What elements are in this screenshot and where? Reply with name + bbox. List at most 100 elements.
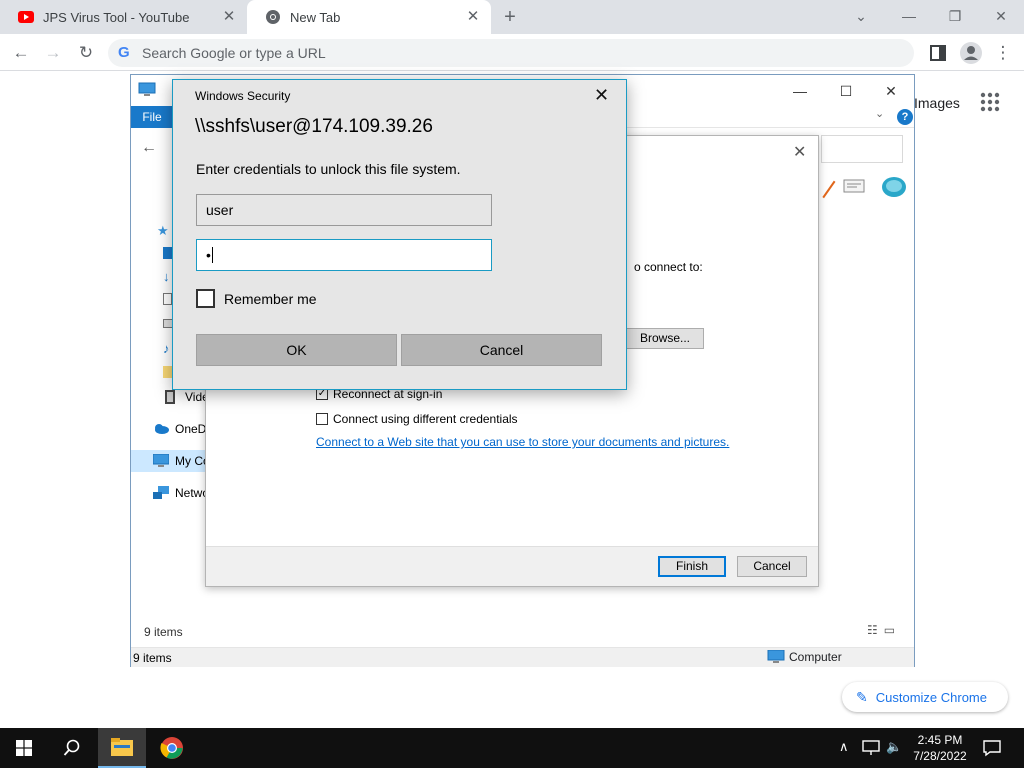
items-count: 9 items (144, 625, 183, 639)
status-location: Computer (767, 650, 842, 664)
file-explorer-icon (111, 738, 133, 756)
username-field[interactable]: user (196, 194, 492, 226)
ok-button[interactable]: OK (196, 334, 397, 366)
customize-chrome-label: Customize Chrome (875, 689, 987, 705)
reload-icon[interactable]: ↻ (73, 40, 99, 66)
taskbar-chrome[interactable] (148, 728, 196, 768)
dialog-description: Enter credentials to unlock this file sy… (196, 161, 461, 177)
customize-chrome-button[interactable]: ✎ Customize Chrome (842, 682, 1008, 712)
profile-avatar-icon[interactable] (960, 42, 982, 64)
forward-icon[interactable]: → (40, 40, 66, 66)
nav-item-label: Netwo (175, 486, 210, 500)
finish-button[interactable]: Finish (658, 556, 726, 577)
youtube-icon (18, 11, 34, 23)
new-tab-button[interactable]: + (498, 5, 522, 29)
ribbon-file-tab[interactable]: File (131, 106, 173, 128)
cancel-button[interactable]: Cancel (401, 334, 602, 366)
status-bar: 9 items Computer (131, 647, 914, 667)
google-apps-icon[interactable] (980, 92, 1000, 112)
computer-icon (138, 82, 156, 96)
clock[interactable]: 2:45 PM 7/28/2022 (900, 732, 980, 764)
wizard-close-icon[interactable]: ✕ (793, 142, 806, 162)
start-button[interactable] (0, 728, 48, 768)
chrome-icon (160, 737, 183, 759)
nav-item-label: OneD (175, 422, 207, 436)
tab-title: JPS Virus Tool - YouTube (43, 9, 190, 25)
minimize-icon[interactable]: — (886, 4, 932, 28)
wizard-footer: Finish Cancel (206, 546, 818, 586)
close-tab-icon[interactable]: ✕ (465, 9, 481, 25)
tab-title: New Tab (290, 9, 341, 25)
dialog-close-icon[interactable]: ✕ (594, 85, 609, 106)
search-icon (63, 739, 80, 756)
nav-item-onedrive[interactable]: OneD (153, 418, 206, 440)
checkbox-unchecked-icon (316, 413, 328, 425)
tab-youtube[interactable]: JPS Virus Tool - YouTube ✕ (0, 0, 247, 34)
restore-icon[interactable]: ❐ (932, 4, 978, 28)
taskbar: ∧ 🔈 2:45 PM 7/28/2022 (0, 728, 1024, 768)
tab-new-tab[interactable]: New Tab ✕ (247, 0, 491, 34)
web-site-link[interactable]: Connect to a Web site that you can use t… (316, 435, 729, 449)
quick-access-icon: ★ (157, 223, 169, 238)
side-panel-icon[interactable] (930, 45, 946, 61)
downloads-icon: ↓ (163, 269, 170, 284)
status-location-label: Computer (789, 650, 842, 664)
connect-to-text: o connect to: (634, 260, 703, 274)
video-folder-icon (165, 390, 175, 404)
clock-time: 2:45 PM (917, 733, 963, 747)
status-items: 9 items (133, 651, 172, 665)
web-site-link-text: Connect to a Web site that you can use t… (316, 435, 727, 449)
network-icon (153, 486, 169, 499)
onedrive-icon (155, 424, 169, 434)
search-button[interactable] (48, 728, 96, 768)
web-site-link-suffix: . (726, 435, 730, 449)
taskbar-file-explorer[interactable] (98, 728, 146, 768)
explorer-search-input[interactable] (821, 135, 903, 163)
pencil-icon: ✎ (856, 688, 868, 705)
wizard-cancel-button[interactable]: Cancel (737, 556, 807, 577)
chrome-icon (266, 10, 280, 24)
nav-item-network[interactable]: Netwo (153, 482, 209, 504)
documents-icon (163, 293, 172, 305)
ribbon-expand-icon[interactable]: ⌄ (875, 107, 884, 120)
address-placeholder: Search Google or type a URL (142, 45, 326, 61)
password-value: • (206, 247, 211, 263)
explorer-close-icon[interactable]: ✕ (868, 79, 914, 103)
action-center-icon[interactable] (983, 739, 1001, 757)
remember-me-checkbox[interactable]: Remember me (196, 289, 317, 308)
network-tray-icon[interactable] (862, 740, 880, 756)
password-field[interactable]: • (196, 239, 492, 271)
windows-logo-icon (16, 740, 32, 756)
explorer-back-icon[interactable]: ← (141, 139, 157, 157)
dialog-title: Windows Security (195, 89, 291, 103)
back-icon[interactable]: ← (8, 40, 34, 66)
explorer-maximize-icon[interactable]: ☐ (823, 79, 869, 103)
computer-icon (767, 650, 785, 663)
browser-toolbar: ← → ↻ G Search Google or type a URL ⋮ (0, 34, 1024, 71)
help-icon[interactable]: ? (897, 109, 913, 125)
different-credentials-label: Connect using different credentials (333, 412, 518, 426)
images-link[interactable]: Images (914, 95, 960, 111)
tab-strip: JPS Virus Tool - YouTube ✕ New Tab ✕ + ⌄… (0, 0, 1024, 34)
shell-icon (882, 177, 906, 197)
remember-me-label: Remember me (224, 290, 317, 307)
windows-security-dialog: Windows Security ✕ \\sshfs\user@174.109.… (172, 79, 627, 390)
tab-search-icon[interactable]: ⌄ (838, 4, 884, 28)
tray-overflow-icon[interactable]: ∧ (839, 739, 849, 755)
close-window-icon[interactable]: ✕ (978, 4, 1024, 28)
address-bar[interactable]: G Search Google or type a URL (108, 39, 914, 67)
close-tab-icon[interactable]: ✕ (221, 9, 237, 25)
nav-item-my-computer[interactable]: My Co (153, 450, 210, 472)
view-toggle-icons[interactable]: ☷▭ (867, 623, 901, 637)
music-icon: ♪ (163, 341, 170, 356)
dialog-host-path: \\sshfs\user@174.109.39.26 (195, 116, 433, 137)
menu-kebab-icon[interactable]: ⋮ (990, 40, 1016, 66)
checkbox-unchecked-icon (196, 289, 215, 308)
explorer-minimize-icon[interactable]: — (777, 79, 823, 103)
google-icon: G (118, 44, 130, 61)
mail-icon (843, 179, 865, 193)
browse-button[interactable]: Browse... (626, 328, 704, 349)
text-cursor (211, 247, 213, 263)
different-credentials-checkbox[interactable]: Connect using different credentials (316, 412, 518, 426)
clock-date: 7/28/2022 (913, 749, 967, 763)
